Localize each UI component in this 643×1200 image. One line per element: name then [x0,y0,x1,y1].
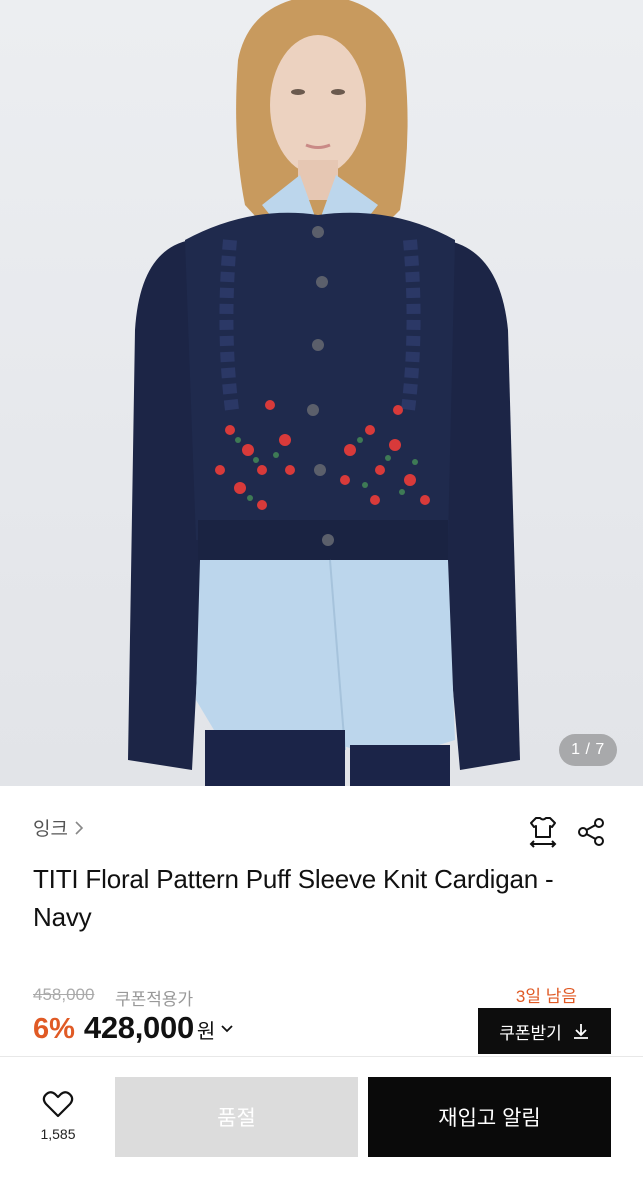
like-button[interactable]: 1,585 [30,1090,86,1142]
currency-unit: 원 [196,1021,216,1043]
price-row[interactable]: 6% 428,000 원 [33,1010,234,1046]
coupon-button-label: 쿠폰받기 [499,1023,562,1043]
original-price: 458,000 [33,985,95,1004]
size-guide-icon [529,817,557,848]
soldout-button[interactable]: 품절 [115,1077,358,1157]
chevron-down-icon [221,1025,233,1033]
restock-alert-button[interactable]: 재입고 알림 [368,1077,611,1157]
product-photo [128,0,520,786]
size-guide-button[interactable] [526,814,560,850]
brand-link[interactable]: 잉크 [33,814,84,841]
coupon-days-left: 3일 남음 [515,987,577,1006]
brand-name: 잉크 [33,819,68,840]
share-icon [578,818,604,846]
sale-price: 428,000 [83,1010,194,1045]
coupon-download-button[interactable]: 쿠폰받기 [478,1008,611,1054]
discount-rate: 6% [33,1013,75,1045]
image-page-counter: 1 / 7 [559,734,617,766]
heart-icon [42,1091,74,1118]
share-button[interactable] [574,814,608,850]
product-title: TITI Floral Pattern Puff Sleeve Knit Car… [33,864,554,932]
divider [0,1056,643,1057]
chevron-right-icon [75,820,84,835]
product-image[interactable]: 1 / 7 [0,0,643,786]
like-count: 1,585 [40,1126,76,1142]
coupon-price-label: 쿠폰적용가 [115,990,194,1009]
download-icon [573,1024,588,1039]
